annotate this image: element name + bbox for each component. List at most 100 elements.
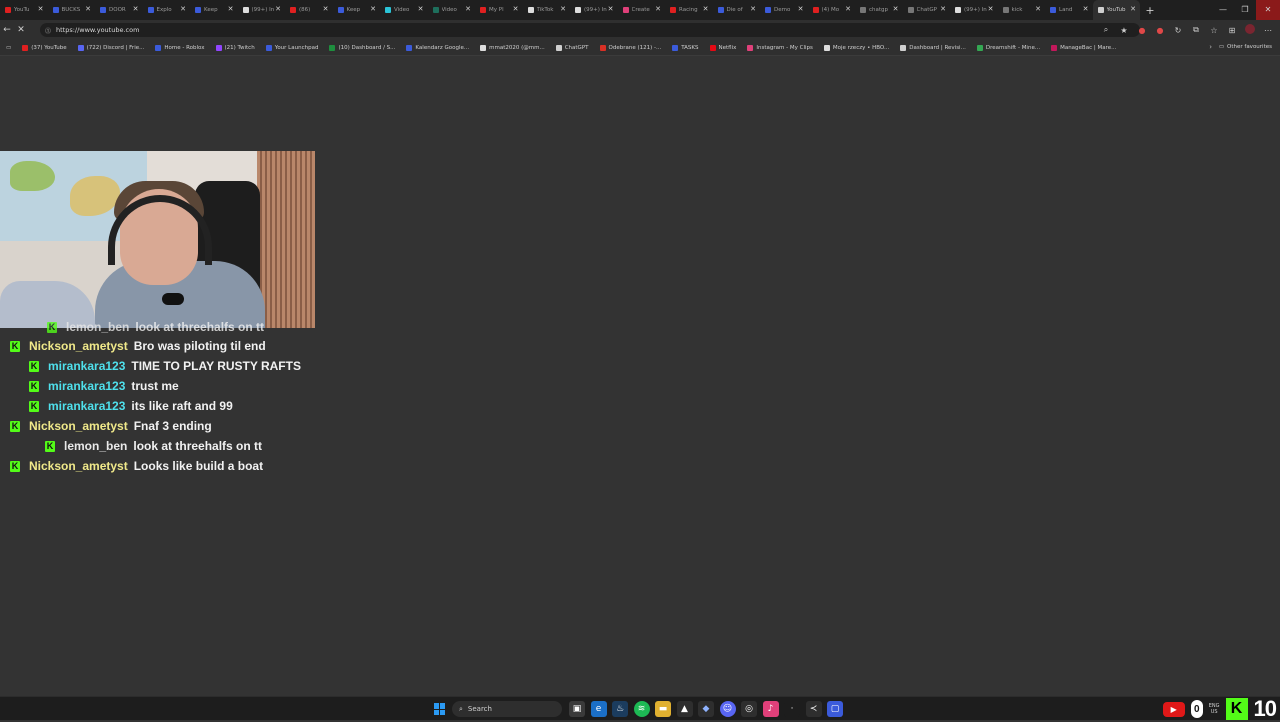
browser-tab[interactable]: (4) Mo ✕ <box>808 0 856 20</box>
tab-close-icon[interactable]: ✕ <box>275 5 281 13</box>
browser-tab[interactable]: Create ✕ <box>618 0 666 20</box>
bookmark-item[interactable]: Netflix <box>709 44 736 51</box>
bookmark-item[interactable]: (37) YouTube <box>22 44 67 51</box>
bookmarks-overflow-chevron-icon[interactable]: › <box>1209 43 1212 51</box>
discord-icon[interactable]: ☺ <box>719 701 736 717</box>
tab-close-icon[interactable]: ✕ <box>38 5 44 13</box>
extensions-puzzle-icon[interactable]: ⧉ <box>1190 25 1202 35</box>
browser-tab[interactable]: kick ✕ <box>998 0 1046 20</box>
site-info-icon[interactable]: ⓵ <box>40 26 56 35</box>
bookmarks-menu-icon[interactable]: ▭ <box>6 45 11 51</box>
favorite-star-icon[interactable]: ★ <box>1118 26 1130 35</box>
browser-tab[interactable]: Demo ✕ <box>760 0 808 20</box>
minimize-button[interactable]: — <box>1212 0 1234 20</box>
browser-tab[interactable]: My Pl ✕ <box>475 0 523 20</box>
tab-close-icon[interactable]: ✕ <box>1083 5 1089 13</box>
edge-icon[interactable]: e <box>590 701 607 717</box>
bookmark-item[interactable]: (10) Dashboard / S... <box>329 44 395 51</box>
browser-tab[interactable]: Video ✕ <box>428 0 476 20</box>
tab-close-icon[interactable]: ✕ <box>703 5 709 13</box>
browser-tab[interactable]: BUCKS ✕ <box>48 0 96 20</box>
address-bar[interactable]: ⓵ https://www.youtube.com <box>40 23 1140 37</box>
favorites-icon[interactable]: ☆ <box>1208 26 1220 35</box>
bookmark-item[interactable]: Odebrane (121) -... <box>599 44 661 51</box>
tab-close-icon[interactable]: ✕ <box>608 5 614 13</box>
bookmark-item[interactable]: Kalendarz Google... <box>406 44 469 51</box>
browser-tab[interactable]: ChatGP ✕ <box>903 0 951 20</box>
browser-tab[interactable]: Die of ✕ <box>713 0 761 20</box>
back-button[interactable]: ← <box>0 25 14 35</box>
tab-close-icon[interactable]: ✕ <box>893 5 899 13</box>
browser-tab[interactable]: YouTub ✕ <box>1092 0 1140 20</box>
steam-icon[interactable]: ♨ <box>612 701 628 717</box>
browser-tab[interactable]: Video ✕ <box>380 0 428 20</box>
bookmark-item[interactable]: Your Launchpad <box>265 44 318 51</box>
zoom-icon[interactable]: ⌕ <box>1100 25 1112 35</box>
taskbar-search[interactable]: ⌕ Search <box>452 701 562 717</box>
new-tab-button[interactable]: + <box>1140 4 1160 17</box>
tab-close-icon[interactable]: ✕ <box>940 5 946 13</box>
collections-icon[interactable]: ⊞ <box>1226 26 1238 35</box>
tab-close-icon[interactable]: ✕ <box>798 5 804 13</box>
tab-close-icon[interactable]: ✕ <box>323 5 329 13</box>
task-view-icon[interactable]: ▣ <box>569 701 585 717</box>
bookmark-item[interactable]: Dreamshift - Mine... <box>976 44 1040 51</box>
bookmark-item[interactable]: (722) Discord | Frie... <box>77 44 144 51</box>
tab-close-icon[interactable]: ✕ <box>85 5 91 13</box>
browser-tab[interactable]: Keep ✕ <box>333 0 381 20</box>
tab-close-icon[interactable]: ✕ <box>133 5 139 13</box>
bookmark-item[interactable]: ManageBac | Mare... <box>1051 44 1116 51</box>
tab-close-icon[interactable]: ✕ <box>180 5 186 13</box>
profile-avatar[interactable] <box>1244 24 1256 36</box>
browser-tab[interactable]: (99+) In ✕ <box>238 0 286 20</box>
close-window-button[interactable]: ✕ <box>1256 0 1280 20</box>
spotify-icon[interactable]: ≋ <box>633 701 650 717</box>
browser-tab[interactable]: Explo ✕ <box>143 0 191 20</box>
tab-close-icon[interactable]: ✕ <box>465 5 471 13</box>
file-explorer-icon[interactable]: ▬ <box>655 701 671 717</box>
capcut-icon[interactable]: ≺ <box>805 701 822 717</box>
refresh-icon[interactable]: ↻ <box>1172 26 1184 35</box>
tab-close-icon[interactable]: ✕ <box>750 5 756 13</box>
start-button[interactable] <box>434 703 446 715</box>
tab-close-icon[interactable]: ✕ <box>1035 5 1041 13</box>
stop-loading-button[interactable]: ✕ <box>14 25 28 35</box>
browser-tab[interactable]: DOOR ✕ <box>95 0 143 20</box>
bookmark-item[interactable]: (21) Twitch <box>215 44 255 51</box>
bookmark-item[interactable]: Home - Roblox <box>155 44 205 51</box>
gem-app-icon[interactable]: ◆ <box>698 701 714 717</box>
maximize-button[interactable]: ❐ <box>1234 0 1256 20</box>
bookmark-item[interactable]: Instagram - My Clips <box>747 44 813 51</box>
browser-tab[interactable]: YouTu ✕ <box>0 0 48 20</box>
other-favourites-button[interactable]: ▭ Other favourites <box>1219 44 1272 50</box>
chrome-icon[interactable]: ◎ <box>741 701 757 717</box>
bookmark-item[interactable]: TASKS <box>672 44 699 51</box>
browser-tab[interactable]: chatgp ✕ <box>855 0 903 20</box>
roblox-studio-icon[interactable]: ▢ <box>827 701 843 717</box>
tab-close-icon[interactable]: ✕ <box>988 5 994 13</box>
tab-close-icon[interactable]: ✕ <box>1130 5 1136 13</box>
browser-tab[interactable]: (86) ✕ <box>285 0 333 20</box>
tab-close-icon[interactable]: ✕ <box>513 5 519 13</box>
browser-tab[interactable]: (99+) In ✕ <box>570 0 618 20</box>
tab-close-icon[interactable]: ✕ <box>655 5 661 13</box>
extension-icon[interactable]: ● <box>1136 26 1148 35</box>
tab-close-icon[interactable]: ✕ <box>560 5 566 13</box>
extension-icon[interactable]: ● <box>1154 26 1166 35</box>
tab-close-icon[interactable]: ✕ <box>370 5 376 13</box>
browser-tab[interactable]: Keep ✕ <box>190 0 238 20</box>
browser-tab[interactable]: TikTok ✕ <box>523 0 571 20</box>
epic-games-icon[interactable]: ▲ <box>676 701 693 717</box>
bookmark-item[interactable]: mmat2020 (@mm... <box>480 44 545 51</box>
browser-tab[interactable]: Racing ✕ <box>665 0 713 20</box>
tiktok-icon[interactable]: ♪ <box>762 701 779 717</box>
browser-tab[interactable]: Land ✕ <box>1045 0 1093 20</box>
language-indicator[interactable]: ENG US <box>1209 703 1220 715</box>
tab-close-icon[interactable]: ✕ <box>228 5 234 13</box>
more-menu-icon[interactable]: ⋯ <box>1262 26 1274 35</box>
browser-tab[interactable]: (99+) In ✕ <box>950 0 998 20</box>
tab-close-icon[interactable]: ✕ <box>418 5 424 13</box>
tab-close-icon[interactable]: ✕ <box>845 5 851 13</box>
bookmark-item[interactable]: Dashboard | Revisi... <box>900 44 966 51</box>
bookmark-item[interactable]: ChatGPT <box>555 44 589 51</box>
